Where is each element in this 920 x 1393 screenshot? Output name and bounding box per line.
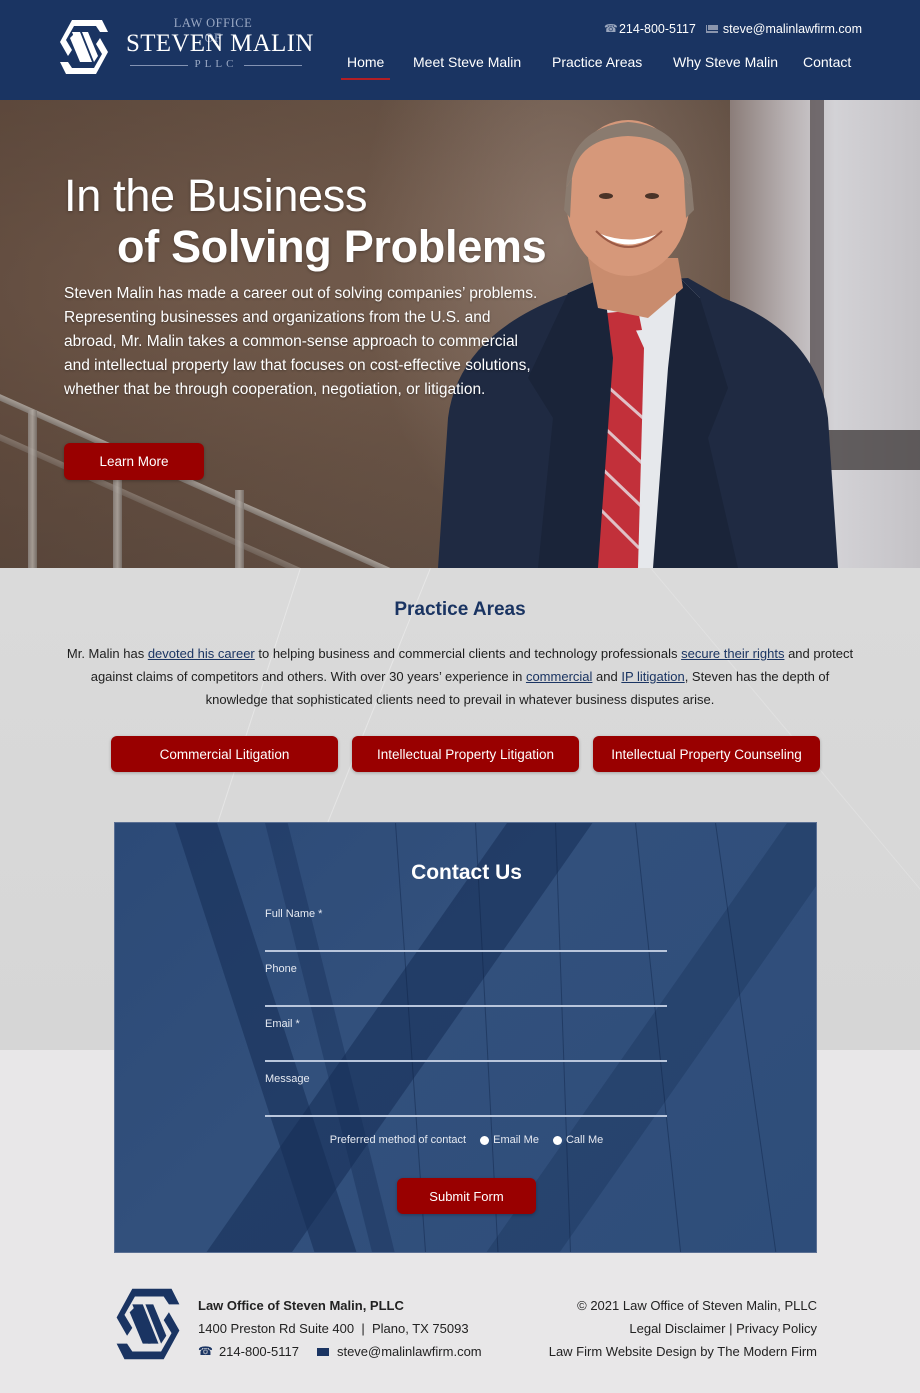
hero-description: Steven Malin has made a career out of so… [64,285,538,398]
practice-areas-description: Mr. Malin has devoted his career to help… [60,642,860,711]
email-input[interactable] [265,1060,667,1062]
stair-post [28,410,37,568]
link-commercial[interactable]: commercial [526,669,592,684]
phone-label: Phone [265,963,297,975]
practice-areas-title: Practice Areas [394,599,526,620]
email-field[interactable]: Email * [265,1018,667,1062]
link-ip-litigation[interactable]: IP litigation [621,669,684,684]
text-segment: to helping business and commercial clien… [254,646,682,661]
preferred-contact-label: Preferred method of contact [329,1134,467,1146]
stair-rail [0,430,412,568]
message-input[interactable] [265,1115,667,1117]
site-logo[interactable]: LAW OFFICE OF STEVEN MALIN PLLC [58,16,313,80]
footer-address: 1400 Preston Rd Suite 400 | Plano, TX 75… [198,1317,482,1340]
radio-call-me[interactable]: Call Me [552,1134,604,1146]
envelope-icon [316,1347,329,1356]
link-devoted-his-career[interactable]: devoted his career [148,646,255,661]
footer-contact-block: Law Office of Steven Malin, PLLC 1400 Pr… [198,1294,482,1363]
footer-email-link[interactable]: steve@malinlawfirm.com [337,1340,482,1363]
contact-title: Contact Us [411,861,522,884]
full-name-label: Full Name * [265,908,323,920]
nav-meet-steve-malin[interactable]: Meet Steve Malin [413,54,521,70]
header-email-text: steve@malinlawfirm.com [722,22,862,36]
nav-practice-areas[interactable]: Practice Areas [552,54,642,70]
radio-email-me[interactable]: Email Me [480,1134,539,1146]
header-phone-text: 214-800-5117 [618,22,696,36]
design-credit-link[interactable]: Law Firm Website Design by The Modern Fi… [549,1344,817,1359]
message-label: Message [265,1073,310,1085]
email-label: Email * [265,1018,300,1030]
full-name-field[interactable]: Full Name * [265,908,667,952]
header-contact-info: ☎ 214-800-5117 steve@malinlawfirm.com [604,22,862,36]
radio-call-me-label: Call Me [565,1134,604,1146]
hero-title-line2: of Solving Problems [117,221,547,272]
contact-form: Contact Us Full Name * Phone Email * Mes… [114,822,817,1253]
footer-logo-icon[interactable] [114,1286,182,1362]
header-email-link[interactable]: steve@malinlawfirm.com [705,22,862,36]
hero-title-line1: In the Business [64,170,368,221]
footer-legal-block: © 2021 Law Office of Steven Malin, PLLC … [549,1294,817,1363]
footer-legal-links: Legal Disclaimer | Privacy Policy [549,1317,817,1340]
submit-form-button[interactable]: Submit Form [397,1178,536,1214]
footer-firm-name: Law Office of Steven Malin, PLLC [198,1298,404,1313]
privacy-policy-link[interactable]: Privacy Policy [736,1321,817,1336]
ip-litigation-button[interactable]: Intellectual Property Litigation [352,736,579,772]
radio-button-icon [480,1135,490,1145]
footer-credit: Law Firm Website Design by The Modern Fi… [549,1340,817,1363]
footer-phone-email: ☎ 214-800-5117 steve@malinlawfirm.com [198,1340,482,1363]
logo-name: STEVEN MALIN [126,30,314,57]
envelope-icon [705,25,718,33]
radio-button-icon [552,1135,562,1145]
preferred-contact-group: Preferred method of contact Email Me Cal… [115,1134,816,1146]
footer-address-separator: | [361,1321,365,1336]
phone-field[interactable]: Phone [265,963,667,1007]
radio-email-me-label: Email Me [493,1134,539,1146]
footer-copyright: © 2021 Law Office of Steven Malin, PLLC [577,1298,817,1313]
legal-disclaimer-link[interactable]: Legal Disclaimer [629,1321,725,1336]
phone-icon: ☎ [198,1344,213,1358]
s-hexagon-logo-icon [60,20,108,74]
text-segment: Mr. Malin has [66,646,148,661]
message-field[interactable]: Message [265,1073,667,1117]
ip-counseling-button[interactable]: Intellectual Property Counseling [593,736,820,772]
header-phone-link[interactable]: ☎ 214-800-5117 [604,22,696,36]
footer-city: Plano, TX 75093 [371,1321,469,1336]
full-name-input[interactable] [265,950,667,952]
text-segment: and [592,669,622,684]
site-header: LAW OFFICE OF STEVEN MALIN PLLC ☎ 214-80… [0,0,920,100]
footer-street: 1400 Preston Rd Suite 400 [198,1321,355,1336]
nav-why-steve-malin[interactable]: Why Steve Malin [673,54,778,70]
logo-sub: PLLC [128,58,304,70]
footer-phone-link[interactable]: 214-800-5117 [219,1340,299,1363]
nav-contact[interactable]: Contact [803,54,851,70]
learn-more-button[interactable]: Learn More [64,443,204,480]
footer-link-separator: | [725,1321,737,1336]
nav-home[interactable]: Home [340,54,391,80]
link-secure-their-rights[interactable]: secure their rights [681,646,784,661]
phone-input[interactable] [265,1005,667,1007]
commercial-litigation-button[interactable]: Commercial Litigation [111,736,338,772]
stair-post [235,490,244,568]
phone-icon: ☎ [603,23,618,35]
hero-banner: In the Business of Solving Problems Stev… [0,100,920,568]
